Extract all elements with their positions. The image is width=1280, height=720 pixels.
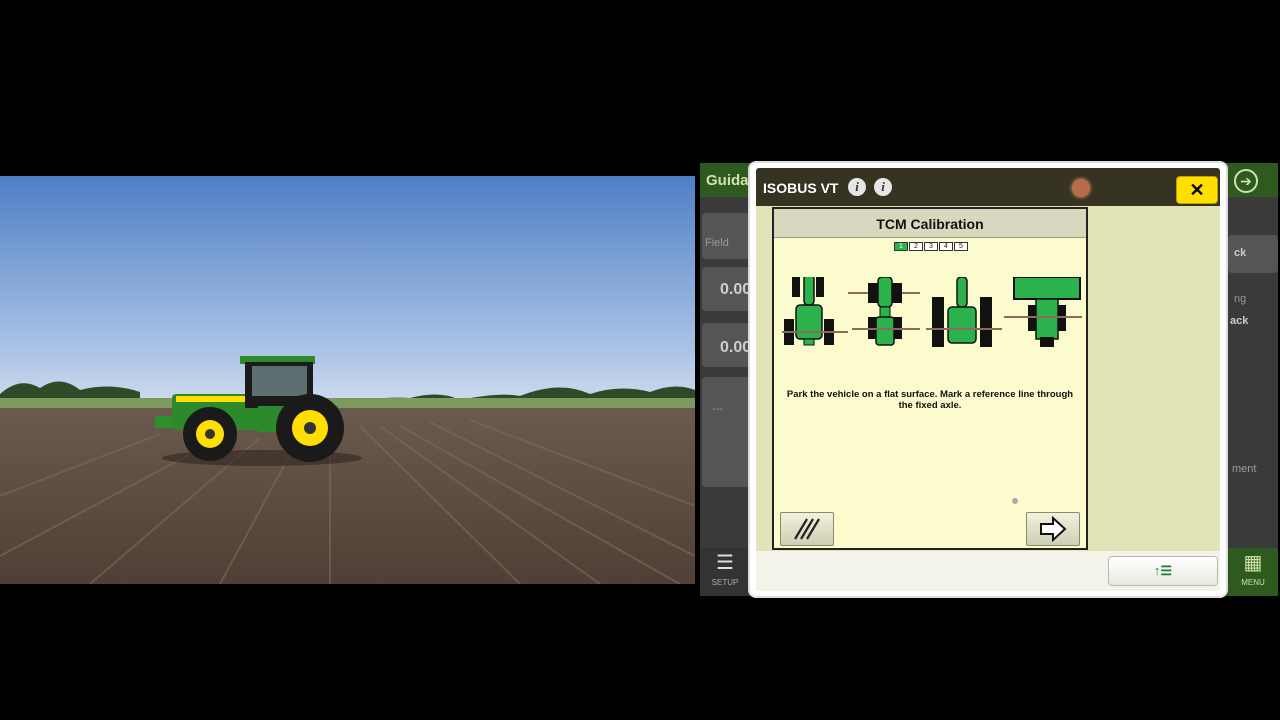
background-right-text-4: ment — [1232, 463, 1257, 475]
background-right-text-1: ck — [1234, 247, 1247, 259]
sprayer-icon — [1004, 276, 1084, 347]
vt-indicator-dot — [1012, 498, 1018, 504]
dialog-title: ISOBUS VT — [763, 180, 839, 196]
field-scene-image — [0, 176, 695, 584]
forward-icon[interactable]: ➔ — [1234, 169, 1258, 193]
close-button[interactable]: ✕ — [1176, 176, 1218, 204]
step-2: 2 — [909, 242, 923, 251]
setup-icon: ☰ — [716, 552, 734, 574]
background-panel-field — [702, 213, 750, 259]
menu-button[interactable]: ▦ MENU — [1228, 548, 1278, 596]
tractor-icon — [782, 274, 848, 346]
background-title: Guida — [706, 172, 749, 189]
status-indicator-icon — [1072, 179, 1090, 197]
isobus-vt-dialog: ISOBUS VT i i ✕ TCM Calibration 1 2 3 4 … — [750, 163, 1226, 596]
background-right-text-3: ack — [1230, 315, 1249, 327]
vt-title: TCM Calibration — [876, 216, 984, 232]
background-dashes: --- — [712, 403, 723, 415]
arrow-right-icon — [1040, 515, 1067, 543]
hatch-icon — [794, 518, 820, 540]
track-tractor-icon — [926, 276, 1002, 347]
soft-key-list-button[interactable]: ↑☰ — [1108, 556, 1218, 586]
info-icon[interactable]: i — [848, 178, 866, 196]
step-5: 5 — [954, 242, 968, 251]
step-1: 1 — [894, 242, 908, 251]
background-value-2: 0.00 — [720, 339, 752, 356]
instruction-text: Park the vehicle on a flat surface. Mark… — [786, 389, 1074, 411]
step-4: 4 — [939, 242, 953, 251]
background-value-1: 0.00 — [720, 281, 752, 298]
menu-label: MENU — [1241, 578, 1265, 587]
background-field-label: Field — [705, 237, 729, 249]
articulated-tractor-icon — [848, 276, 920, 346]
vt-screen: TCM Calibration 1 2 3 4 5 Park the vehic… — [772, 207, 1088, 550]
dialog-footer: ↑☰ — [756, 551, 1220, 591]
vehicle-type-icons — [782, 274, 1084, 351]
next-button[interactable] — [1026, 512, 1080, 546]
background-panel-3 — [702, 377, 750, 487]
background-right-text-2: ng — [1234, 293, 1247, 305]
setup-button[interactable]: ☰ SETUP — [700, 548, 750, 596]
info-icon-secondary[interactable]: i — [874, 178, 892, 196]
cancel-button[interactable] — [780, 512, 834, 546]
step-indicator: 1 2 3 4 5 — [894, 242, 969, 251]
grid-icon: ▦ — [1243, 552, 1263, 574]
dialog-header: ISOBUS VT i i ✕ — [756, 168, 1220, 206]
tractor-field-video — [0, 176, 695, 584]
step-3: 3 — [924, 242, 938, 251]
setup-label: SETUP — [711, 578, 739, 587]
vt-title-bar: TCM Calibration — [774, 209, 1086, 238]
